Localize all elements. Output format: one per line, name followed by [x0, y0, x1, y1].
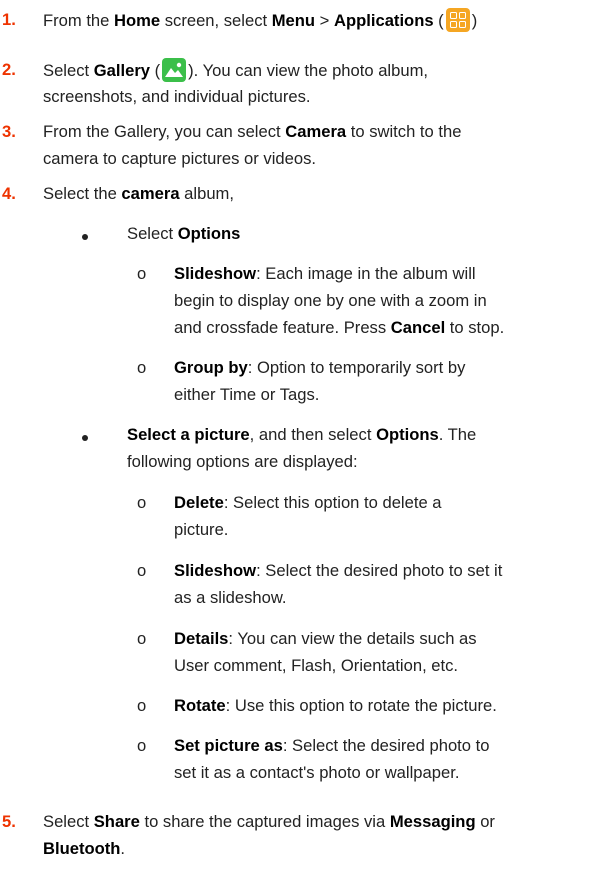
bullet-select-picture: Select a picture, and then select Option… — [127, 425, 477, 444]
group-by-option: Group by: Option to temporarily sort by — [174, 358, 466, 377]
share-label: Share — [93, 812, 140, 831]
sub-marker: o — [137, 264, 147, 283]
step-text-line-2: Bluetooth. — [43, 839, 126, 858]
sub-marker: o — [137, 493, 147, 512]
step-number: 1. — [2, 10, 16, 29]
options-label: Options — [376, 425, 439, 444]
gallery-icon — [162, 58, 187, 82]
bullet-marker — [82, 234, 88, 240]
cancel-label: Cancel — [390, 318, 446, 337]
gallery-label: Gallery — [93, 61, 151, 80]
messaging-label: Messaging — [389, 812, 476, 831]
applications-label: Applications — [333, 11, 434, 30]
select-picture-label: Select a picture — [127, 425, 250, 444]
bullet-marker — [82, 435, 88, 441]
step-text: Select Share to share the captured image… — [43, 812, 495, 831]
slideshow-option: Slideshow: Each image in the album will — [174, 264, 476, 283]
sub-marker: o — [137, 736, 147, 755]
set-picture-as-option: Set picture as: Select the desired photo… — [174, 736, 490, 755]
sub-marker: o — [137, 629, 147, 648]
bullet-select-picture-line-2: following options are displayed: — [127, 452, 358, 471]
delete-option-line-2: picture. — [174, 520, 229, 539]
details-option-line-2: User comment, Flash, Orientation, etc. — [174, 656, 459, 675]
step-number: 5. — [2, 812, 16, 831]
step-text-line-2: screenshots, and individual pictures. — [43, 87, 311, 106]
camera-label: Camera — [285, 122, 347, 141]
details-option: Details: You can view the details such a… — [174, 629, 477, 648]
applications-icon — [445, 8, 470, 32]
home-label: Home — [114, 11, 161, 30]
menu-label: Menu — [271, 11, 316, 30]
slideshow-option-line-3: and crossfade feature. Press Cancel to s… — [174, 318, 505, 337]
slideshow-picture-option: Slideshow: Select the desired photo to s… — [174, 561, 503, 580]
step-number: 3. — [2, 122, 16, 141]
set-picture-as-option-line-2: set it as a contact's photo or wallpaper… — [174, 763, 460, 782]
sub-marker: o — [137, 696, 147, 715]
options-label: Options — [177, 224, 241, 243]
step-text: Select the camera album, — [43, 184, 234, 203]
step-number: 4. — [2, 184, 16, 203]
sub-marker: o — [137, 561, 147, 580]
step-text: Select Gallery (). You can view the phot… — [43, 58, 428, 83]
step-text: From the Gallery, you can select Camera … — [43, 122, 462, 141]
bluetooth-label: Bluetooth — [43, 839, 121, 858]
bullet-select-options: Select Options — [127, 224, 241, 243]
slideshow-picture-option-line-2: as a slideshow. — [174, 588, 287, 607]
rotate-option: Rotate: Use this option to rotate the pi… — [174, 696, 497, 715]
step-number: 2. — [2, 60, 16, 79]
sub-marker: o — [137, 358, 147, 377]
group-by-option-line-2: either Time or Tags. — [174, 385, 320, 404]
step-text: From the Home screen, select Menu > Appl… — [43, 8, 477, 33]
delete-option: Delete: Select this option to delete a — [174, 493, 442, 512]
slideshow-option-line-2: begin to display one by one with a zoom … — [174, 291, 487, 310]
camera-album-label: camera — [121, 184, 180, 203]
step-text-line-2: camera to capture pictures or videos. — [43, 149, 317, 168]
